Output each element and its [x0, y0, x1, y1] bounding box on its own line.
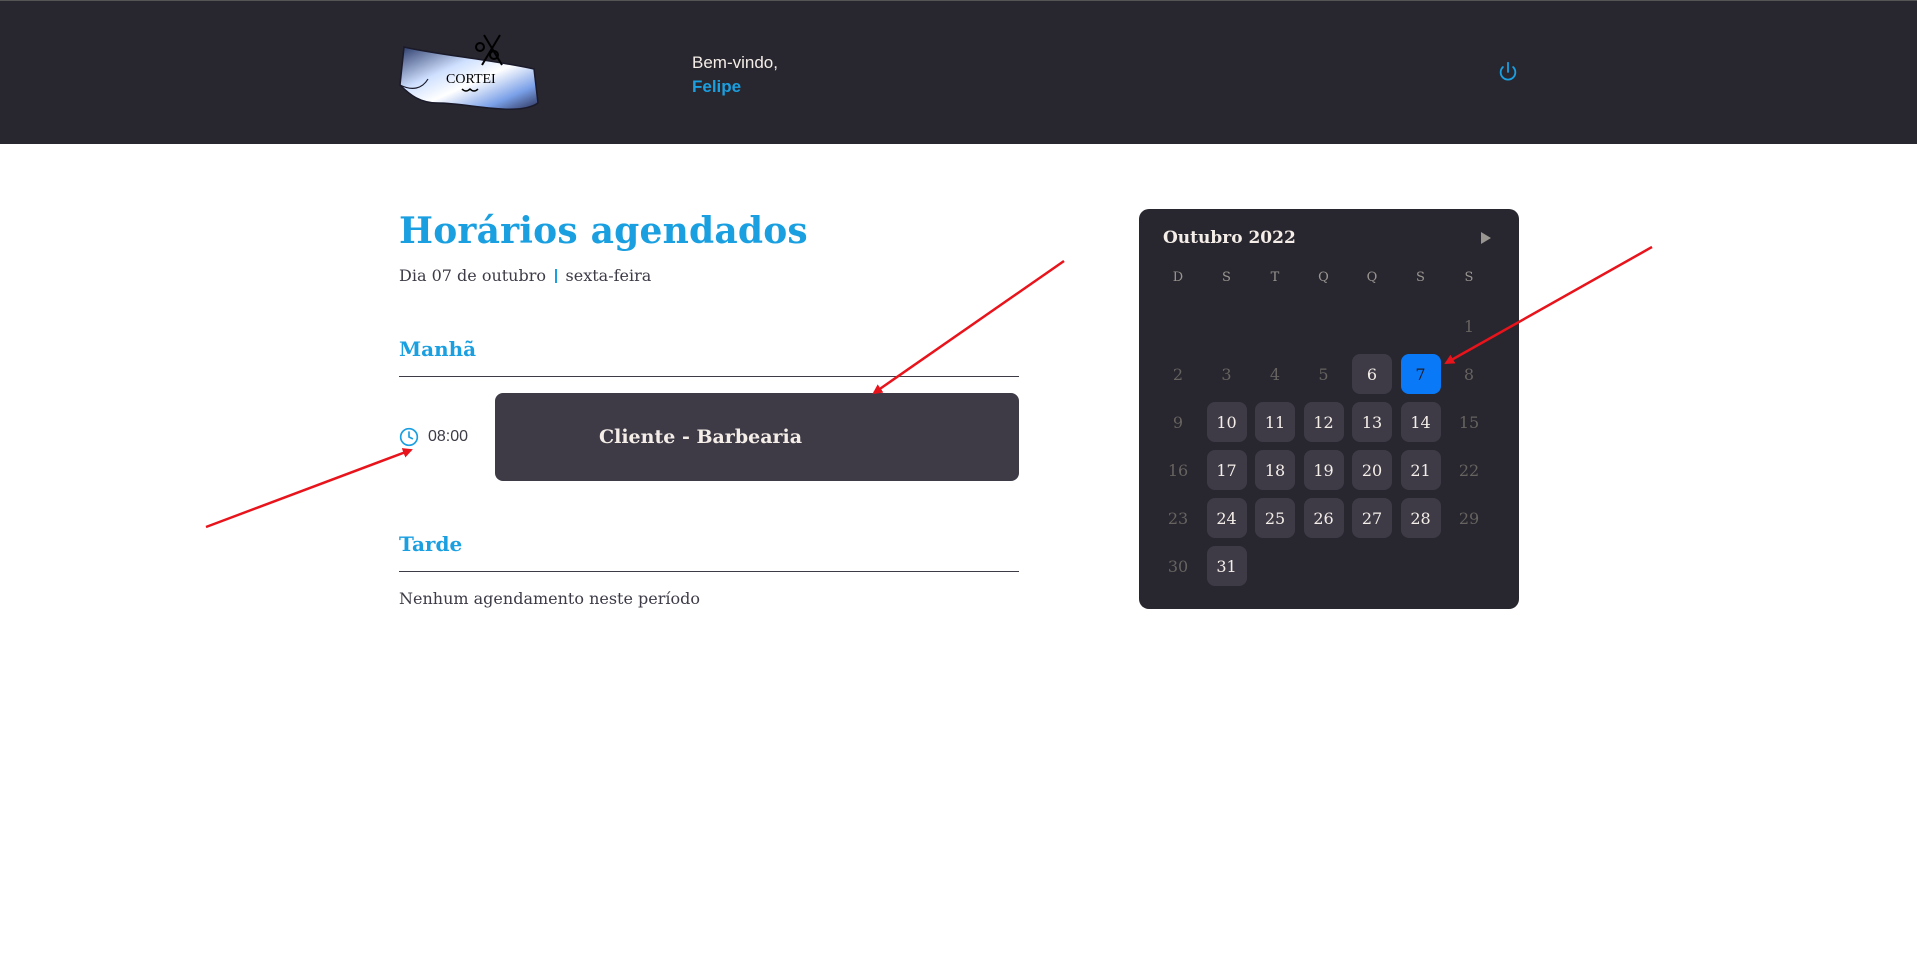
calendar-day-selected[interactable]: 7 — [1400, 354, 1441, 394]
appointment-card[interactable]: Cliente - Barbearia — [495, 393, 1019, 481]
weekday-label: sexta-feira — [565, 266, 652, 285]
appointment-time: 08:00 — [399, 427, 468, 447]
calendar-day-disabled: 22 — [1458, 460, 1480, 480]
calendar-blank-cell — [1352, 306, 1392, 346]
afternoon-section-title: Tarde — [399, 532, 463, 556]
date-subtitle: Dia 07 de outubro sexta-feira — [399, 266, 651, 285]
calendar: Outubro 2022 DSTQQSS 1 2 3 4 5 6 7 8 9 10 11 12 13 14… — [1139, 209, 1519, 609]
calendar-day[interactable]: 24 — [1206, 498, 1247, 538]
calendar-day-disabled: 30 — [1167, 556, 1189, 576]
calendar-day[interactable]: 6 — [1352, 354, 1392, 394]
weekday-header: Q — [1366, 270, 1378, 285]
calendar-day-disabled: 5 — [1318, 364, 1329, 384]
page-title: Horários agendados — [399, 210, 808, 252]
calendar-day-disabled: 2 — [1172, 364, 1184, 384]
calendar-day-disabled: 3 — [1221, 364, 1232, 384]
calendar-day[interactable]: 27 — [1352, 498, 1392, 538]
calendar-day[interactable]: 20 — [1352, 450, 1392, 490]
annotation-arrows — [205, 245, 1653, 529]
calendar-day[interactable]: 14 — [1400, 402, 1441, 442]
calendar-day[interactable]: 26 — [1303, 498, 1344, 538]
power-icon[interactable] — [1497, 61, 1519, 83]
play-icon — [1481, 232, 1491, 244]
calendar-day[interactable]: 11 — [1255, 402, 1295, 442]
calendar-weekdays: DSTQQSS — [1158, 270, 1498, 285]
calendar-day-disabled: 23 — [1167, 508, 1189, 528]
weekday-header: D — [1172, 270, 1184, 285]
calendar-day[interactable]: 10 — [1206, 402, 1247, 442]
calendar-day-disabled: 4 — [1269, 364, 1281, 384]
calendar-day-disabled: 1 — [1463, 316, 1475, 336]
weekday-header: S — [1464, 270, 1474, 285]
annotation-arrow-time — [205, 448, 413, 529]
user-name-link[interactable]: Felipe — [692, 75, 778, 99]
cortei-logo: CORTEI — [399, 34, 539, 110]
calendar-day[interactable]: 31 — [1206, 546, 1247, 586]
calendar-day[interactable]: 12 — [1303, 402, 1344, 442]
calendar-blank-cell — [1401, 306, 1441, 346]
weekday-header: S — [1416, 270, 1425, 285]
weekday-header: Q — [1318, 270, 1329, 285]
app-header: CORTEI Bem-vindo, Felipe — [0, 0, 1917, 144]
clock-icon — [399, 427, 419, 447]
morning-divider — [399, 376, 1019, 377]
afternoon-divider — [399, 571, 1019, 572]
welcome-block: Bem-vindo, Felipe — [692, 51, 778, 99]
calendar-blank-cell — [1255, 306, 1295, 346]
calendar-day-disabled: 15 — [1458, 412, 1480, 432]
appointment-client-name: Cliente - Barbearia — [599, 426, 803, 448]
empty-afternoon-message: Nenhum agendamento neste período — [399, 589, 701, 608]
calendar-day-disabled: 8 — [1463, 364, 1475, 384]
calendar-day[interactable]: 13 — [1352, 402, 1392, 442]
calendar-day[interactable]: 25 — [1255, 498, 1295, 538]
calendar-blank-cell — [1158, 306, 1198, 346]
calendar-day-disabled: 16 — [1167, 460, 1189, 480]
calendar-days-grid: 1 2 3 4 5 6 7 8 9 10 11 12 13 14 15 16 17 18 19 20 21 22 23 24 2… — [1158, 306, 1498, 586]
calendar-caption: Outubro 2022 — [1163, 228, 1296, 248]
svg-text:CORTEI: CORTEI — [446, 72, 496, 87]
calendar-blank-cell — [1304, 306, 1344, 346]
calendar-day[interactable]: 17 — [1206, 450, 1247, 490]
appointment-time-label: 08:00 — [428, 428, 469, 445]
subtitle-divider — [555, 268, 557, 283]
welcome-greeting: Bem-vindo, — [692, 53, 778, 72]
weekday-header: S — [1222, 270, 1231, 285]
calendar-day[interactable]: 18 — [1255, 450, 1295, 490]
calendar-blank-cell — [1207, 306, 1247, 346]
calendar-day[interactable]: 21 — [1400, 450, 1441, 490]
calendar-day-disabled: 29 — [1458, 508, 1480, 528]
date-label: Dia 07 de outubro — [399, 266, 547, 285]
calendar-day-disabled: 9 — [1172, 412, 1184, 432]
morning-section-title: Manhã — [399, 337, 477, 361]
calendar-day[interactable]: 19 — [1303, 450, 1344, 490]
weekday-header: T — [1270, 270, 1280, 285]
next-month-button[interactable] — [1475, 227, 1497, 249]
annotation-arrow-card — [872, 259, 1065, 395]
calendar-day[interactable]: 28 — [1400, 498, 1441, 538]
